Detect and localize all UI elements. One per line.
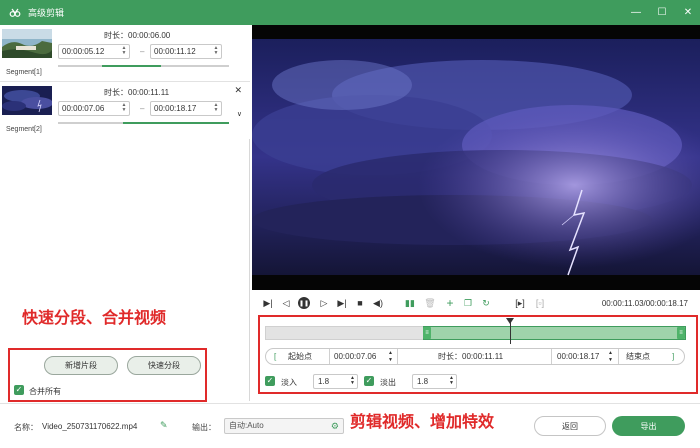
segment-start-input[interactable]: 00:00:05.12 ▲ ▼ xyxy=(58,44,130,59)
back-button[interactable]: 返回 xyxy=(534,416,606,436)
spinner-icon[interactable]: ▲ ▼ xyxy=(449,376,454,386)
player-controls: ▶| ◁ ❚❚ ▷ ▶| ■ ◀) ▮▮ 🗑 + ❐ ↻ [▸] [▫] 00:… xyxy=(252,292,700,314)
playhead-line xyxy=(510,322,511,344)
segment-label: Segment[2] xyxy=(6,126,42,133)
timeline-end-handle[interactable]: ≡ xyxy=(677,327,685,339)
segment-range-fill xyxy=(102,65,161,67)
close-icon[interactable]: ✕ xyxy=(682,7,694,19)
export-button[interactable]: 导出 xyxy=(612,416,685,436)
merge-all-label: 合并所有 xyxy=(29,387,61,396)
previous-frame-icon[interactable]: ◁ xyxy=(280,297,292,309)
volume-icon[interactable]: ◀) xyxy=(372,297,384,309)
trim-range-row: [ 起始点 00:00:07.06 ▲ ▼ 时长：00:00:11.11 00:0… xyxy=(265,348,685,365)
add-icon[interactable]: + xyxy=(444,296,456,310)
annotation-bottom-text: 剪辑视频、增加特效 xyxy=(350,414,495,431)
divider xyxy=(618,349,619,364)
segment-range-fill xyxy=(122,122,229,124)
spinner-icon[interactable]: ▲ ▼ xyxy=(213,46,219,57)
merge-all-checkbox[interactable]: ✓ xyxy=(14,385,24,395)
segment-end-input[interactable]: 00:00:11.12 ▲ ▼ xyxy=(150,44,222,59)
divider xyxy=(397,349,398,364)
range-dash: – xyxy=(140,47,145,56)
fade-out-input[interactable]: 1.8 ▲ ▼ xyxy=(412,374,457,389)
app-logo-icon xyxy=(8,6,22,20)
maximize-icon[interactable]: ☐ xyxy=(656,7,668,19)
segment-duration: 时长：00:00:11.11 xyxy=(104,88,170,97)
segment-label: Segment[1] xyxy=(6,69,42,76)
file-name: Video_250731170622.mp4 xyxy=(42,422,138,431)
delete-icon[interactable]: 🗑 xyxy=(424,297,436,309)
fade-in-checkbox[interactable]: ✓ xyxy=(265,376,275,386)
playback-time: 00:00:11.03/00:00:18.17 xyxy=(601,299,688,308)
end-time-input[interactable]: 00:00:18.17 xyxy=(557,349,599,364)
spinner-icon[interactable]: ▲ ▼ xyxy=(608,350,613,365)
video-preview[interactable] xyxy=(252,25,700,290)
fade-in-label: 淡入 xyxy=(281,378,297,387)
chevron-down-icon[interactable]: ∨ xyxy=(237,110,242,118)
split-icon[interactable]: ▮▮ xyxy=(404,297,416,309)
output-select[interactable]: 自动:Auto ⚙ xyxy=(224,418,344,434)
spinner-icon[interactable]: ▲ ▼ xyxy=(121,103,127,114)
window-title: 高级剪辑 xyxy=(28,8,65,18)
edit-pencil-icon[interactable]: ✎ xyxy=(160,420,168,431)
timeline-selection[interactable] xyxy=(423,326,686,340)
divider xyxy=(551,349,552,364)
segment-thumbnail xyxy=(2,29,52,58)
add-segment-button[interactable]: 新增片段 xyxy=(44,356,118,375)
fade-out-checkbox[interactable]: ✓ xyxy=(364,376,374,386)
bracket-right-icon: ] xyxy=(672,352,675,361)
minimize-icon[interactable]: — xyxy=(630,7,642,19)
end-point-button[interactable]: 结束点 xyxy=(626,349,650,364)
trim-duration: 时长：00:00:11.11 xyxy=(438,352,504,361)
timeline-start-handle[interactable]: ≡ xyxy=(423,327,431,339)
gear-icon[interactable]: ⚙ xyxy=(331,419,339,433)
segment-item-1[interactable]: Segment[1] 时长：00:00:06.00 00:00:05.12 ▲ ▼… xyxy=(0,25,250,82)
reset-icon[interactable]: ↻ xyxy=(480,297,492,309)
pause-icon[interactable]: ❚❚ xyxy=(298,297,310,309)
segment-range-bar xyxy=(58,65,229,67)
segment-end-input[interactable]: 00:00:18.17 ▲ ▼ xyxy=(150,101,222,116)
next-frame-icon[interactable]: ▷ xyxy=(318,297,330,309)
copy-icon[interactable]: ❐ xyxy=(462,297,474,309)
name-label: 名称： xyxy=(14,423,38,432)
close-segment-icon[interactable]: ✕ xyxy=(234,85,242,96)
spinner-icon[interactable]: ▲ ▼ xyxy=(121,46,127,57)
go-to-end-icon[interactable]: ▶| xyxy=(336,297,348,309)
title-bar: 高级剪辑 — ☐ ✕ xyxy=(0,0,700,25)
divider xyxy=(329,349,330,364)
range-dash: – xyxy=(140,104,145,113)
segment-thumbnail xyxy=(2,86,52,115)
quick-split-button[interactable]: 快速分段 xyxy=(127,356,201,375)
fade-out-label: 淡出 xyxy=(380,378,396,387)
spinner-icon[interactable]: ▲ ▼ xyxy=(350,376,355,386)
annotation-box-left: 新增片段 快速分段 ✓ 合并所有 xyxy=(8,348,207,402)
spinner-icon[interactable]: ▲ ▼ xyxy=(213,103,219,114)
start-point-button[interactable]: 起始点 xyxy=(288,349,312,364)
segment-range-bar xyxy=(58,122,229,124)
annotation-left-text: 快速分段、合并视频 xyxy=(22,310,167,327)
go-to-start-icon[interactable]: ▶| xyxy=(262,297,274,309)
segment-start-input[interactable]: 00:00:07.06 ▲ ▼ xyxy=(58,101,130,116)
segment-duration: 时长：00:00:06.00 xyxy=(104,31,171,40)
set-marker-icon[interactable]: [▸] xyxy=(514,297,526,309)
segment-list-panel: Segment[1] 时长：00:00:06.00 00:00:05.12 ▲ ▼… xyxy=(0,25,250,401)
fade-in-input[interactable]: 1.8 ▲ ▼ xyxy=(313,374,358,389)
segment-item-2[interactable]: Segment[2] 时长：00:00:11.11 ✕ 00:00:07.06 … xyxy=(0,82,250,139)
output-label: 输出： xyxy=(192,423,216,432)
bracket-left-icon: [ xyxy=(274,352,277,361)
spinner-icon[interactable]: ▲ ▼ xyxy=(388,350,393,365)
stop-icon[interactable]: ■ xyxy=(354,297,366,309)
start-time-input[interactable]: 00:00:07.06 xyxy=(334,349,376,364)
snapshot-icon[interactable]: [▫] xyxy=(534,297,546,309)
